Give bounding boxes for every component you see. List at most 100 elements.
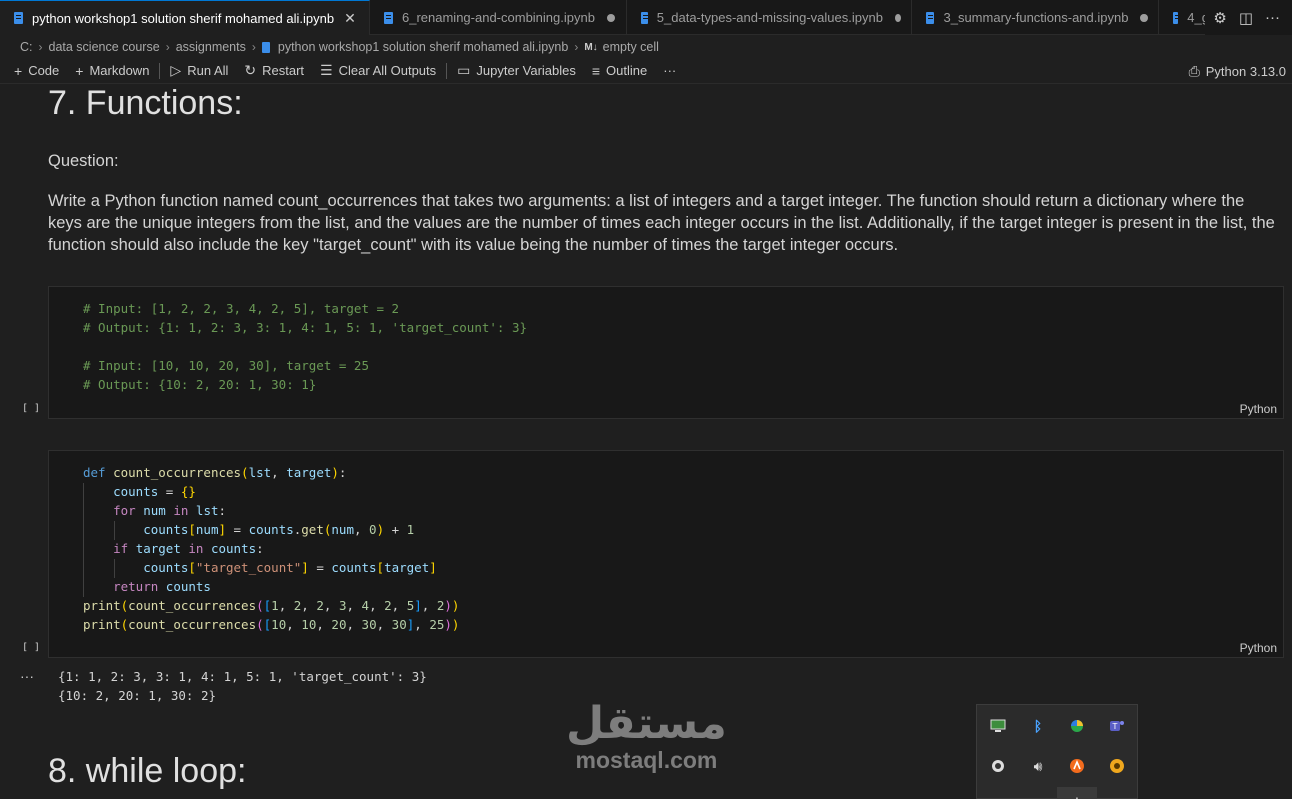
notebook-file-icon [926, 11, 935, 24]
unsaved-dot-icon[interactable] [606, 13, 615, 22]
settings-gear-icon[interactable]: ⚙ [1213, 9, 1226, 27]
toolbar-divider [159, 62, 161, 79]
tab-data-types-and-missing-values[interactable]: 5_data-types-and-missing-values.ipynb [627, 0, 912, 35]
breadcrumb-item[interactable]: data science course [49, 40, 160, 54]
code-line: print(count_occurrences([1, 2, 2, 3, 4, … [83, 598, 460, 613]
code-line: # Output: {1: 1, 2: 3, 3: 1, 4: 1, 5: 1,… [83, 320, 528, 335]
tab-label: 3_summary-functions-and.ipynb [943, 10, 1129, 25]
cell-output: {1: 1, 2: 3, 3: 1, 4: 1, 5: 1, 'target_c… [58, 667, 427, 705]
tab-label: 6_renaming-and-combining.ipynb [402, 10, 595, 25]
jupyter-variables-button[interactable]: ▭ Jupyter Variables [449, 60, 584, 82]
tab-python-workshop1[interactable]: python workshop1 solution sherif mohamed… [0, 0, 370, 35]
watermark-latin: mostaql.com [575, 747, 718, 773]
breadcrumb: C: › data science course › assignments ›… [20, 36, 659, 58]
kernel-label: Python 3.13.0 [1205, 63, 1286, 79]
notebook-file-icon [1173, 11, 1181, 24]
clear-outputs-icon: ☰ [320, 62, 333, 78]
button-label: Markdown [89, 63, 150, 78]
tray-item-icon[interactable]: ▪ [987, 791, 1009, 799]
clear-all-outputs-button[interactable]: ☰ Clear All Outputs [312, 60, 444, 82]
button-label: Restart [262, 63, 305, 78]
chevron-right-icon: › [38, 40, 43, 54]
system-tray-overflow: ᛒ T 🔊︎ ▪ ▬ · [976, 704, 1138, 799]
code-line: # Input: [10, 10, 20, 30], target = 25 [83, 358, 369, 373]
question-label: Question: [48, 152, 119, 170]
output-line: {1: 1, 2: 3, 3: 1, 4: 1, 5: 1, 'target_c… [58, 669, 427, 684]
notebook-toolbar: + Code + Markdown ▷ Run All ↻ Restart ☰ … [0, 58, 1292, 84]
code-line: for num in lst: [113, 503, 227, 518]
notebook-file-icon [641, 11, 648, 24]
outline-icon: ≡ [591, 62, 601, 79]
tab-label: python workshop1 solution sherif mohamed… [32, 10, 335, 26]
outline-button[interactable]: ≡ Outline [584, 60, 655, 82]
watermark-arabic: مستقل [566, 699, 727, 748]
code-editor[interactable]: # Input: [1, 2, 2, 3, 4, 2, 5], target =… [83, 299, 527, 394]
breadcrumb-item[interactable]: python workshop1 solution sherif mohamed… [278, 40, 568, 54]
heading-while-loop: 8. while loop: [48, 752, 247, 790]
kernel-icon: ⎙ [1188, 62, 1200, 79]
mostaql-watermark: مستقل mostaql.com [566, 699, 727, 773]
code-editor[interactable]: def count_occurrences(lst, target): coun… [83, 463, 459, 634]
tray-item-icon[interactable]: ▬ [1027, 791, 1049, 799]
output-actions-icon[interactable]: ··· [20, 668, 34, 684]
vpn-shield-icon[interactable] [987, 755, 1009, 777]
cell-language-label[interactable]: Python [1240, 641, 1277, 655]
code-line: counts[num] = counts.get(num, 0) + 1 [143, 522, 415, 537]
network-monitor-icon[interactable] [987, 715, 1009, 737]
execution-count[interactable]: [ ] [22, 403, 40, 414]
chevron-right-icon: › [165, 40, 170, 54]
svg-text:T: T [1112, 722, 1118, 731]
breadcrumb-item[interactable]: C: [20, 40, 33, 54]
code-line: # Input: [1, 2, 2, 3, 4, 2, 5], target =… [83, 301, 400, 316]
breadcrumb-item[interactable]: assignments [176, 40, 246, 54]
button-label: Code [28, 63, 60, 78]
output-line: {10: 2, 20: 1, 30: 2} [58, 688, 217, 703]
code-line: return counts [113, 579, 211, 594]
more-actions-icon[interactable]: ··· [1265, 9, 1280, 26]
code-line: counts = {} [113, 484, 196, 499]
button-label: Outline [606, 63, 648, 78]
cell-language-label[interactable]: Python [1240, 402, 1277, 416]
code-line: def count_occurrences(lst, target): [83, 465, 347, 480]
code-line: if target in counts: [113, 541, 264, 556]
tab-actions: ⚙ ◫ ··· [1205, 0, 1292, 35]
plus-icon: + [14, 62, 23, 79]
button-label: Jupyter Variables [476, 63, 576, 78]
code-line: print(count_occurrences([10, 10, 20, 30,… [83, 617, 460, 632]
button-label: Run All [187, 63, 229, 78]
breadcrumb-item[interactable]: empty cell [603, 40, 659, 54]
kernel-picker[interactable]: ⎙ Python 3.13.0 [1189, 60, 1286, 82]
code-cell-count-occurrences[interactable]: def count_occurrences(lst, target): coun… [48, 450, 1284, 658]
antivirus-icon[interactable] [1066, 755, 1088, 777]
split-editor-icon[interactable]: ◫ [1239, 9, 1253, 27]
execution-count[interactable]: [ ] [22, 642, 40, 653]
run-all-button[interactable]: ▷ Run All [162, 60, 236, 82]
tray-item-icon[interactable]: · [1057, 787, 1097, 799]
question-body: Write a Python function named count_occu… [48, 192, 1275, 254]
variables-icon: ▭ [457, 62, 471, 78]
restart-icon: ↻ [244, 62, 257, 78]
updater-icon[interactable] [1106, 755, 1128, 777]
teams-icon[interactable]: T [1106, 715, 1128, 737]
tab-summary-functions[interactable]: 3_summary-functions-and.ipynb [912, 0, 1159, 35]
restart-button[interactable]: ↻ Restart [236, 60, 312, 82]
add-markdown-cell-button[interactable]: + Markdown [67, 60, 157, 82]
more-toolbar-button[interactable]: ··· [655, 60, 684, 82]
close-icon[interactable]: ✕ [344, 10, 356, 27]
tab-renaming-and-combining[interactable]: 6_renaming-and-combining.ipynb [370, 0, 627, 35]
unsaved-dot-icon[interactable] [894, 13, 901, 22]
toolbar-divider [446, 62, 448, 79]
notebook-file-icon [14, 12, 23, 24]
notebook-editor[interactable]: 7. Functions: Question: Write a Python f… [0, 84, 1292, 799]
volume-icon[interactable]: 🔊︎ [1027, 755, 1049, 777]
add-code-cell-button[interactable]: + Code [0, 60, 67, 82]
chevron-right-icon: › [251, 40, 256, 54]
bluetooth-icon[interactable]: ᛒ [1027, 715, 1049, 737]
chevron-right-icon: › [574, 40, 579, 54]
colorful-app-icon[interactable] [1066, 715, 1088, 737]
unsaved-dot-icon[interactable] [1140, 13, 1148, 22]
code-line: counts["target_count"] = counts[target] [143, 560, 437, 575]
heading-functions: 7. Functions: [48, 84, 243, 122]
tab-label: 5_data-types-and-missing-values.ipynb [656, 10, 883, 25]
code-cell-examples[interactable]: # Input: [1, 2, 2, 3, 4, 2, 5], target =… [48, 286, 1284, 419]
